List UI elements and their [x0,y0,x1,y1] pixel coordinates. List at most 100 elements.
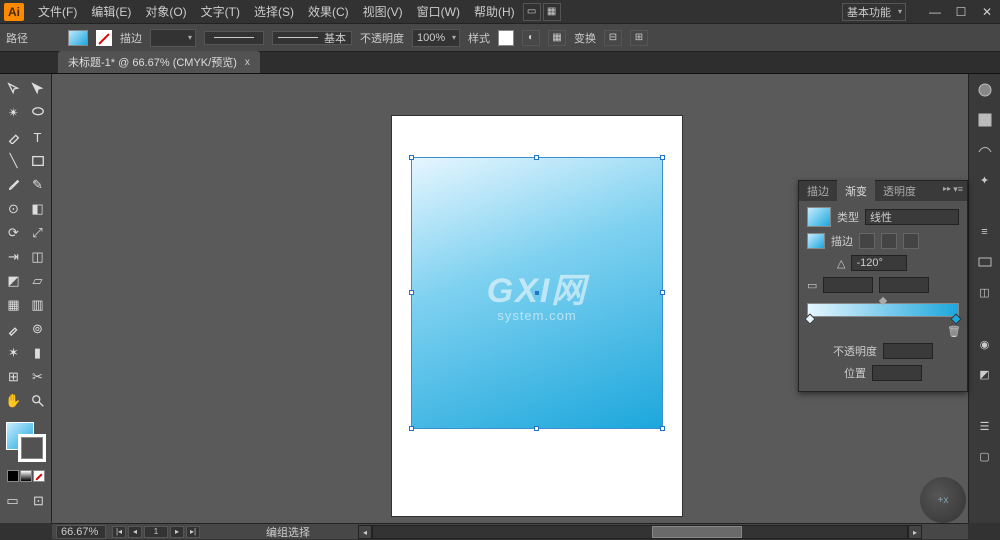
scroll-right-icon[interactable]: ▸ [908,525,922,539]
rotate-tool-icon[interactable]: ⟳ [3,222,25,244]
stroke-gradient-across-icon[interactable] [903,233,919,249]
menubar-layout-icon[interactable]: ▭ [523,3,541,21]
corner-zoom-widget[interactable]: +x [920,477,966,523]
line-tool-icon[interactable]: ╲ [3,150,25,172]
hand-tool-icon[interactable]: ✋ [3,390,25,412]
transparency-panel-icon[interactable]: ◫ [975,282,995,302]
menu-window[interactable]: 窗口(W) [411,0,466,23]
opacity-field[interactable]: 100% [412,29,460,47]
graphic-styles-panel-icon[interactable]: ◩ [975,364,995,384]
menu-select[interactable]: 选择(S) [248,0,300,23]
zoom-tool-icon[interactable] [27,390,49,412]
lasso-tool-icon[interactable] [27,102,49,124]
eraser-tool-icon[interactable]: ◧ [27,198,49,220]
panel-tab-gradient[interactable]: 渐变 [837,180,875,202]
color-mode-none[interactable] [33,470,45,482]
panel-collapse-icon[interactable]: ▸▸ [943,184,951,193]
gradient-aspect-field-2[interactable] [879,277,929,293]
fill-swatch[interactable] [68,30,88,46]
paintbrush-tool-icon[interactable] [3,174,25,196]
stop-position-field[interactable] [872,365,922,381]
gradient-type-dropdown[interactable]: 线性 [865,209,959,225]
panel-tab-transparency[interactable]: 透明度 [875,180,924,202]
magic-wand-tool-icon[interactable]: ✴ [3,102,25,124]
stroke-gradient-along-icon[interactable] [881,233,897,249]
gradient-midpoint[interactable] [879,297,887,305]
gradient-preview-swatch[interactable] [807,207,831,227]
brush-definition-dropdown[interactable]: 基本 [272,31,352,45]
perspective-tool-icon[interactable]: ▱ [27,270,49,292]
color-panel-icon[interactable] [975,80,995,100]
artboard-next-icon[interactable]: ▸ [170,526,184,538]
resize-handle[interactable] [409,290,414,295]
gradient-panel-icon[interactable] [975,252,995,272]
symbols-panel-icon[interactable]: ✦ [975,170,995,190]
gradient-tool-icon[interactable]: ▥ [27,294,49,316]
stop-opacity-field[interactable] [883,343,933,359]
menu-object[interactable]: 对象(O) [139,0,192,23]
select-similar-icon[interactable]: ⊞ [630,30,648,46]
align-panel-icon[interactable]: ▦ [548,30,566,46]
artboard-first-icon[interactable]: |◂ [112,526,126,538]
resize-handle[interactable] [660,155,665,160]
stroke-profile-dropdown[interactable] [204,31,264,45]
change-screen-icon[interactable]: ⊡ [28,490,50,512]
graphic-style-swatch[interactable] [498,30,514,46]
fill-stroke-control[interactable] [6,422,46,462]
gradient-stop-end[interactable] [950,313,961,324]
color-mode-solid[interactable] [7,470,19,482]
window-maximize-icon[interactable]: ☐ [952,5,970,19]
scroll-track[interactable] [372,525,908,539]
appearance-panel-icon[interactable]: ◉ [975,334,995,354]
mesh-tool-icon[interactable]: ▦ [3,294,25,316]
gradient-stroke-swatch[interactable] [807,233,825,249]
resize-handle[interactable] [660,290,665,295]
menu-file[interactable]: 文件(F) [32,0,83,23]
menubar-arrange-icon[interactable]: ▦ [543,3,561,21]
document-tab[interactable]: 未标题-1* @ 66.67% (CMYK/预览) x [58,51,260,73]
symbol-sprayer-tool-icon[interactable]: ✶ [3,342,25,364]
gradient-angle-field[interactable]: -120° [851,255,907,271]
panel-tab-stroke[interactable]: 描边 [799,180,837,202]
isolate-icon[interactable]: ⊟ [604,30,622,46]
artboard-tool-icon[interactable]: ⊞ [3,366,25,388]
brushes-panel-icon[interactable] [975,140,995,160]
scroll-left-icon[interactable]: ◂ [358,525,372,539]
slice-tool-icon[interactable]: ✂ [27,366,49,388]
resize-handle[interactable] [534,155,539,160]
resize-handle[interactable] [409,155,414,160]
gradient-aspect-field[interactable] [823,277,873,293]
layers-panel-icon[interactable]: ☰ [975,416,995,436]
resize-handle[interactable] [534,426,539,431]
resize-handle[interactable] [409,426,414,431]
selection-tool-icon[interactable] [3,78,25,100]
recolor-icon[interactable]: ◐ [522,30,540,46]
delete-stop-icon[interactable]: 🗑 [947,325,959,337]
rectangle-tool-icon[interactable] [27,150,49,172]
menu-view[interactable]: 视图(V) [357,0,409,23]
blend-tool-icon[interactable]: ⊚ [27,318,49,340]
direct-selection-tool-icon[interactable] [27,78,49,100]
pencil-tool-icon[interactable]: ✎ [27,174,49,196]
panel-menu-icon[interactable]: ▾≡ [953,184,963,195]
zoom-field[interactable]: 66.67% [56,525,106,539]
menu-type[interactable]: 文字(T) [195,0,246,23]
type-tool-icon[interactable]: T [27,126,49,148]
menu-edit[interactable]: 编辑(E) [85,0,137,23]
document-tab-close-icon[interactable]: x [245,57,250,68]
menu-help[interactable]: 帮助(H) [468,0,521,23]
artboard-last-icon[interactable]: ▸| [186,526,200,538]
artboards-panel-icon[interactable]: ▢ [975,446,995,466]
blob-brush-tool-icon[interactable]: ⊙ [3,198,25,220]
shape-builder-tool-icon[interactable]: ◩ [3,270,25,292]
gradient-ramp[interactable] [807,303,959,317]
eyedropper-tool-icon[interactable] [3,318,25,340]
artboard-prev-icon[interactable]: ◂ [128,526,142,538]
free-transform-tool-icon[interactable]: ◫ [27,246,49,268]
width-tool-icon[interactable]: ⇥ [3,246,25,268]
window-close-icon[interactable]: ✕ [978,5,996,19]
pen-tool-icon[interactable] [3,126,25,148]
scroll-thumb[interactable] [652,526,742,538]
stroke-weight-field[interactable] [150,29,196,47]
screen-mode-icon[interactable]: ▭ [2,490,24,512]
